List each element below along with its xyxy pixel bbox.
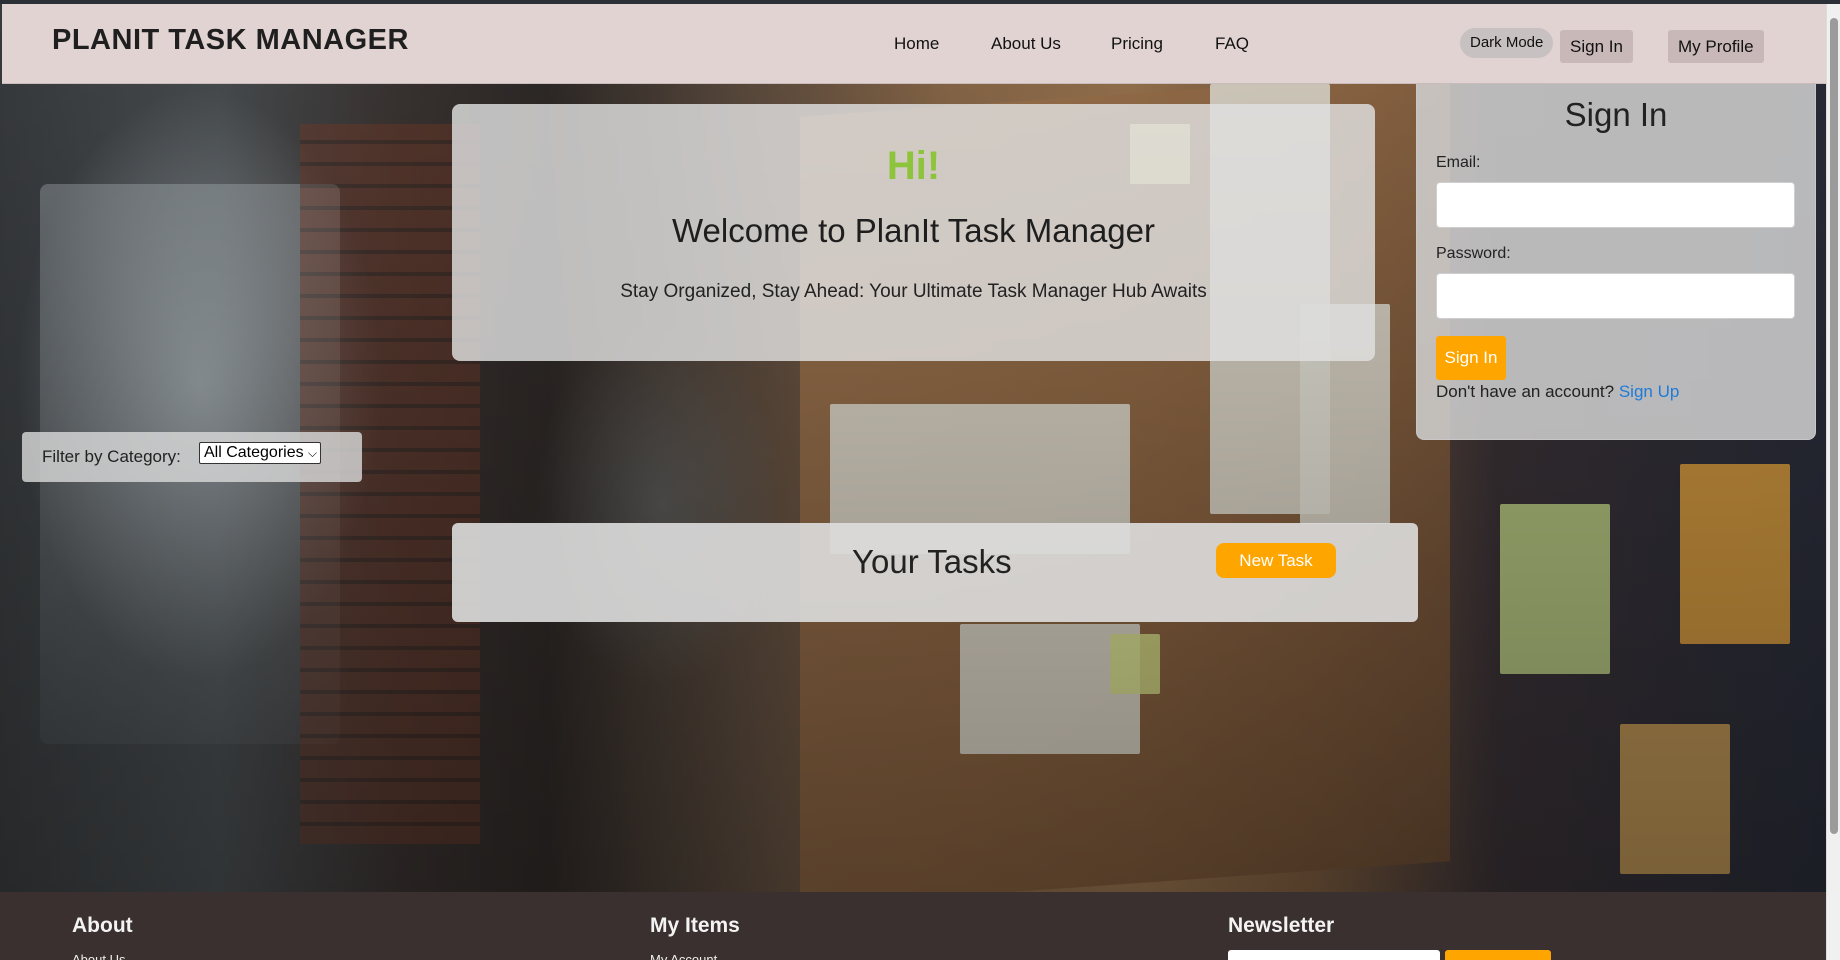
password-label: Password: — [1436, 245, 1511, 262]
category-select[interactable]: All Categories ⌵ — [199, 442, 321, 464]
footer-my-items-title: My Items — [650, 914, 740, 937]
scrollbar-thumb[interactable] — [1830, 18, 1838, 834]
nav-home[interactable]: Home — [894, 34, 939, 54]
no-account-label: Don't have an account? — [1436, 382, 1615, 401]
tasks-panel: Your Tasks New Task — [452, 523, 1418, 622]
no-account-text: Don't have an account? Sign Up — [1436, 382, 1679, 402]
filter-label: Filter by Category: — [42, 447, 181, 466]
my-profile-button[interactable]: My Profile — [1668, 30, 1764, 63]
sign-in-title: Sign In — [1564, 96, 1668, 133]
footer-about-title: About — [72, 914, 133, 937]
nav-pricing[interactable]: Pricing — [1111, 34, 1163, 54]
page-scrollbar[interactable] — [1826, 4, 1840, 960]
newsletter-submit-button[interactable] — [1445, 950, 1551, 960]
password-field[interactable] — [1436, 273, 1795, 319]
footer-my-account-link[interactable]: My Account — [650, 952, 717, 960]
category-select-value: All Categories — [204, 444, 304, 461]
new-task-button[interactable]: New Task — [1216, 543, 1336, 578]
category-filter-panel: Filter by Category: All Categories ⌵ — [22, 432, 362, 482]
sign-up-link[interactable]: Sign Up — [1619, 382, 1679, 401]
header-sign-in-button[interactable]: Sign In — [1560, 30, 1633, 63]
email-label: Email: — [1436, 154, 1481, 171]
site-footer: About About Us My Items My Account Newsl… — [0, 892, 1826, 960]
sign-in-submit-button[interactable]: Sign In — [1436, 336, 1506, 380]
tagline-text: Stay Organized, Stay Ahead: Your Ultimat… — [620, 281, 1207, 302]
tasks-title: Your Tasks — [852, 543, 1012, 580]
greeting-heading: Hi! — [886, 144, 941, 188]
nav-about-us[interactable]: About Us — [991, 34, 1061, 54]
footer-newsletter-title: Newsletter — [1228, 914, 1335, 937]
footer-about-us-link[interactable]: About Us — [72, 952, 125, 960]
welcome-heading: Welcome to PlanIt Task Manager — [671, 212, 1155, 249]
email-field[interactable] — [1436, 182, 1795, 228]
site-header: PLANIT TASK MANAGER Home About Us Pricin… — [2, 4, 1826, 84]
dark-mode-button[interactable]: Dark Mode — [1460, 28, 1554, 58]
brand-logo[interactable]: PLANIT TASK MANAGER — [52, 24, 409, 57]
chevron-down-icon: ⌵ — [307, 446, 317, 460]
nav-faq[interactable]: FAQ — [1215, 34, 1249, 54]
newsletter-email-input[interactable] — [1228, 950, 1440, 960]
welcome-panel: Hi! Welcome to PlanIt Task Manager Stay … — [452, 104, 1375, 361]
sign-in-card: Sign In Email: Password: Sign In Don't h… — [1416, 84, 1816, 440]
